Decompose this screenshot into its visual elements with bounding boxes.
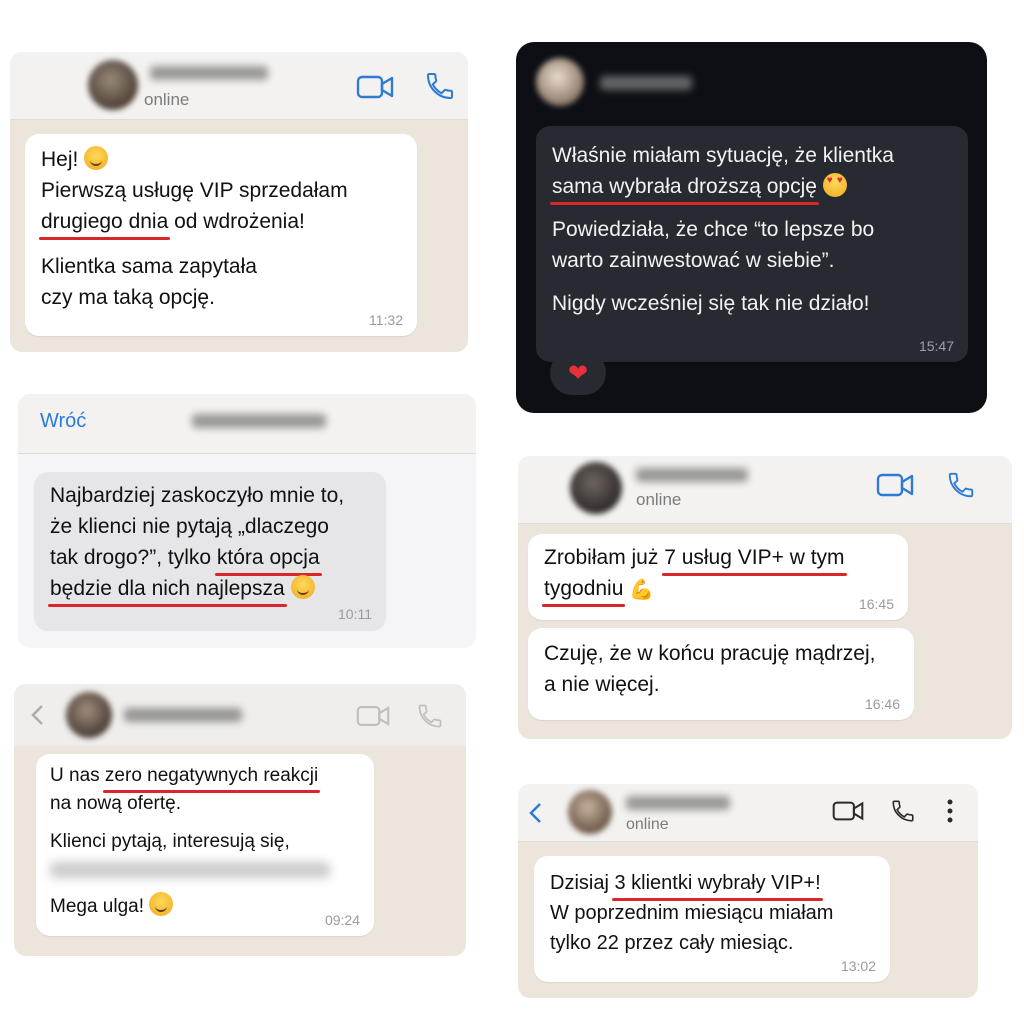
chat-header: [516, 42, 987, 110]
message-text: Czuję, że w końcu pracuję mądrzej,: [544, 642, 876, 665]
avatar[interactable]: [66, 692, 112, 738]
underlined-text: sama wybrała droższą opcję: [550, 171, 819, 205]
phone-icon[interactable]: [946, 470, 976, 500]
message-bubble[interactable]: Zrobiłam już 7 usług VIP+ w tym tygodniu…: [528, 534, 908, 620]
header-divider: [18, 453, 476, 454]
more-icon[interactable]: [946, 798, 954, 824]
message-time: 13:02: [840, 958, 876, 974]
header-divider: [10, 119, 468, 120]
contact-name-blurred: [626, 796, 730, 810]
phone-icon[interactable]: [890, 798, 916, 824]
avatar[interactable]: [88, 60, 138, 110]
message-text: warto zainwestować w siebie”.: [552, 249, 835, 272]
message-time: 11:32: [369, 312, 403, 328]
contact-name-blurred: [192, 414, 326, 428]
contact-status: online: [144, 90, 190, 109]
message-text: U nas: [50, 765, 105, 786]
message-bubble[interactable]: Hej! Pierwszą usługę VIP sprzedałam drug…: [25, 134, 417, 336]
chat-card-4: online Zrobiłam już 7 usług VIP+ w tym t…: [518, 456, 1012, 739]
phone-icon[interactable]: [416, 702, 444, 730]
message-time: 09:24: [324, 912, 360, 928]
message-text: Właśnie miałam sytuację, że klientka: [552, 144, 894, 167]
message-text: na nową ofertę.: [50, 793, 181, 814]
message-text: Mega ulga!: [50, 896, 145, 917]
contact-name-blurred: [124, 708, 242, 722]
video-icon[interactable]: [356, 704, 390, 728]
message-text: Klienci pytają, interesują się,: [50, 831, 290, 852]
back-chevron-icon[interactable]: [30, 704, 44, 726]
message-text: tak drogo?”, tylko: [50, 546, 217, 569]
chat-card-1: online Hej! Pierwszą usługę VIP sprzedał…: [10, 52, 468, 352]
contact-name-blurred: [150, 66, 268, 80]
blush-emoji-icon: [149, 892, 174, 916]
contact-name-blurred: [600, 76, 692, 90]
blush-emoji-icon: [290, 575, 315, 599]
video-icon[interactable]: [832, 800, 864, 822]
underlined-text: drugiego dnia: [38, 206, 171, 240]
message-bubble[interactable]: Najbardziej zaskoczyło mnie to, że klien…: [34, 472, 386, 630]
message-text: Klientka sama zapytała: [41, 255, 257, 278]
message-text: a nie więcej.: [544, 673, 660, 696]
chat-header: online: [518, 456, 1012, 524]
header-divider: [518, 523, 1012, 524]
contact-name-blurred: [636, 468, 748, 482]
underlined-text: zero negatywnych reakcji: [102, 762, 321, 793]
message-time: 16:45: [858, 596, 894, 612]
message-text: Powiedziała, że chce “to lepsze bo: [552, 218, 875, 241]
heart-eyes-emoji-icon: [822, 173, 847, 197]
phone-icon[interactable]: [424, 70, 456, 102]
message-text: tylko 22 przez cały miesiąc.: [550, 932, 794, 954]
message-text: czy ma taką opcję.: [41, 286, 215, 309]
message-text: Nigdy wcześniej się tak nie działo!: [552, 292, 870, 315]
contact-status: online: [636, 490, 682, 509]
message-text: Pierwszą usługę VIP sprzedałam: [41, 179, 348, 202]
avatar[interactable]: [568, 790, 612, 834]
message-text: W poprzednim miesiącu miałam: [550, 902, 834, 924]
chat-card-6: online Dzisiaj 3 klientki wybrały VIP+! …: [518, 784, 978, 998]
message-time: 16:46: [864, 696, 900, 712]
message-text: od wdrożenia!: [168, 210, 305, 233]
chat-header: [14, 684, 466, 746]
chat-header: online: [10, 52, 468, 120]
chat-card-3: Wróć Najbardziej zaskoczyło mnie to, że …: [18, 394, 476, 648]
chat-card-2: Właśnie miałam sytuację, że klientka sam…: [516, 42, 987, 413]
underlined-text: 7 usług VIP+ w tym: [662, 542, 847, 576]
back-link[interactable]: Wróć: [40, 410, 86, 433]
header-divider: [518, 841, 978, 842]
underlined-text: będzie dla nich najlepsza: [48, 573, 287, 607]
chat-header: Wróć: [18, 394, 476, 454]
message-text: że klienci nie pytają „dlaczego: [50, 515, 329, 538]
message-text: Dzisiaj: [550, 872, 615, 894]
message-time: 10:11: [338, 606, 372, 622]
heart-reaction-icon[interactable]: ❤: [550, 351, 606, 395]
message-text: Hej!: [41, 148, 79, 171]
underlined-text: tygodniu: [541, 573, 626, 607]
avatar[interactable]: [570, 462, 622, 514]
flexed-biceps-emoji-icon: [629, 575, 654, 606]
underlined-text: która opcja: [214, 542, 322, 576]
back-chevron-icon[interactable]: [528, 802, 542, 824]
chat-card-5: U nas zero negatywnych reakcji na nową o…: [14, 684, 466, 956]
blurred-text: [50, 861, 330, 878]
message-bubble[interactable]: Dzisiaj 3 klientki wybrały VIP+! W poprz…: [534, 856, 890, 982]
message-time: 15:47: [918, 338, 954, 354]
contact-status: online: [626, 816, 669, 833]
message-bubble[interactable]: Właśnie miałam sytuację, że klientka sam…: [536, 126, 968, 362]
message-bubble[interactable]: U nas zero negatywnych reakcji na nową o…: [36, 754, 374, 936]
video-icon[interactable]: [356, 74, 394, 100]
message-text: Najbardziej zaskoczyło mnie to,: [50, 484, 345, 507]
message-bubble[interactable]: Czuję, że w końcu pracuję mądrzej, a nie…: [528, 628, 914, 720]
smile-emoji-icon: [84, 146, 109, 170]
video-icon[interactable]: [876, 472, 914, 498]
message-text: Zrobiłam już: [544, 546, 665, 569]
avatar[interactable]: [536, 58, 584, 106]
underlined-text: 3 klientki wybrały VIP+!: [612, 868, 823, 901]
chat-header: online: [518, 784, 978, 842]
